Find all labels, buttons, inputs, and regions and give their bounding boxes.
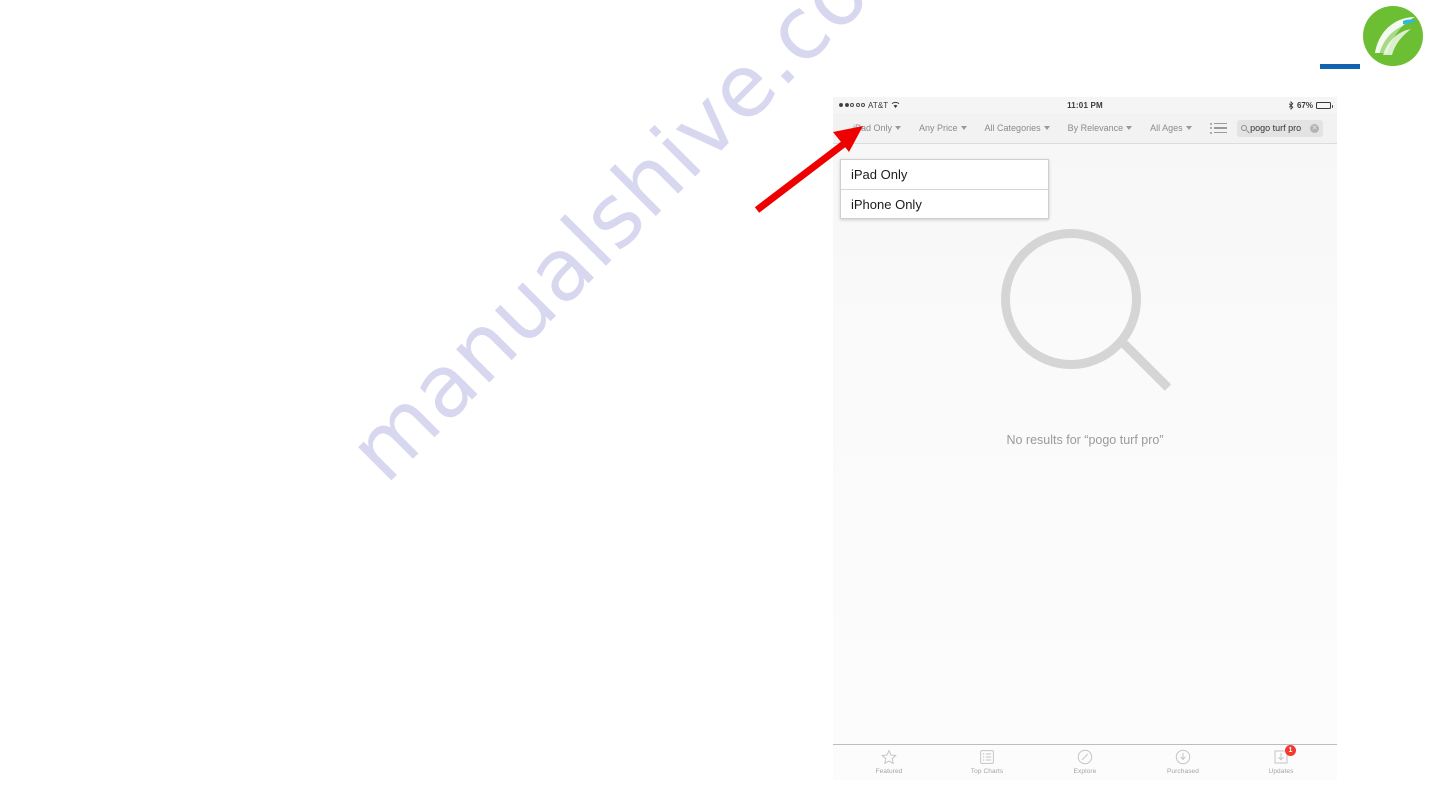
brand-logo [1353,3,1433,67]
device-filter-dropdown: iPad Only iPhone Only [840,159,1049,219]
chevron-down-icon [895,126,902,130]
bluetooth-icon [1288,100,1294,110]
tab-featured[interactable]: Featured [858,748,920,775]
dropdown-item-ipad-only[interactable]: iPad Only [841,160,1048,189]
status-bar: AT&T 11:01 PM 67% [833,97,1337,113]
tab-purchased[interactable]: Purchased [1152,748,1214,775]
dropdown-item-label: iPhone Only [851,196,922,212]
download-icon [1174,748,1192,766]
tab-updates-label: Updates [1268,768,1294,775]
status-bar-clock: 11:01 PM [1067,100,1103,110]
battery-icon [1316,101,1333,109]
star-icon [880,748,898,766]
price-filter-label: Any Price [919,123,958,133]
sort-filter-button[interactable]: By Relevance [1068,123,1133,133]
dropdown-item-iphone-only[interactable]: iPhone Only [841,189,1048,218]
tab-bar: Featured Top Charts Explore Purchased 1 … [833,744,1337,780]
updates-icon: 1 [1272,745,1296,766]
category-filter-button[interactable]: All Categories [985,123,1050,133]
list-view-icon[interactable] [1209,122,1228,134]
chevron-down-icon [1126,126,1133,130]
age-filter-button[interactable]: All Ages [1150,123,1192,133]
sort-filter-label: By Relevance [1067,123,1124,133]
clear-search-icon[interactable]: ✕ [1310,123,1319,133]
page-root: manualshive.com AT&T 11:01 PM 67% iPad O… [0,0,1440,810]
tab-purchased-label: Purchased [1167,768,1199,775]
chevron-down-icon [960,126,967,130]
tab-featured-label: Featured [875,768,903,775]
compass-icon [1076,748,1094,766]
chevron-down-icon [1043,126,1050,130]
search-input-value: pogo turf pro [1250,123,1302,133]
no-results-message: No results for “pogo turf pro” [1006,433,1164,447]
device-filter-label: iPad Only [853,123,893,133]
price-filter-button[interactable]: Any Price [919,123,967,133]
ipad-app-store-screenshot: AT&T 11:01 PM 67% iPad Only Any Price Al… [833,97,1337,780]
updates-badge: 1 [1285,745,1296,756]
chevron-down-icon [1185,126,1192,130]
magnifier-icon [1001,229,1172,401]
category-filter-label: All Categories [984,123,1041,133]
brand-logo-icon [1363,6,1423,66]
search-results-area: No results for “pogo turf pro” [833,144,1337,744]
status-bar-right: 67% [1288,100,1333,110]
tab-top-charts[interactable]: Top Charts [956,748,1018,775]
brand-accent-rule [1320,64,1360,69]
device-filter-button[interactable]: iPad Only [853,123,902,133]
tab-top-charts-label: Top Charts [970,768,1004,775]
list-icon [978,748,996,766]
search-icon [1241,125,1248,131]
battery-percent-label: 67% [1296,100,1313,110]
tab-explore-label: Explore [1073,768,1097,775]
search-input[interactable]: pogo turf pro ✕ [1237,119,1323,137]
tab-updates[interactable]: 1 Updates [1250,745,1312,775]
dropdown-item-label: iPad Only [851,167,908,182]
filter-toolbar: iPad Only Any Price All Categories By Re… [833,113,1337,219]
tab-explore[interactable]: Explore [1054,748,1116,775]
age-filter-label: All Ages [1150,123,1183,133]
